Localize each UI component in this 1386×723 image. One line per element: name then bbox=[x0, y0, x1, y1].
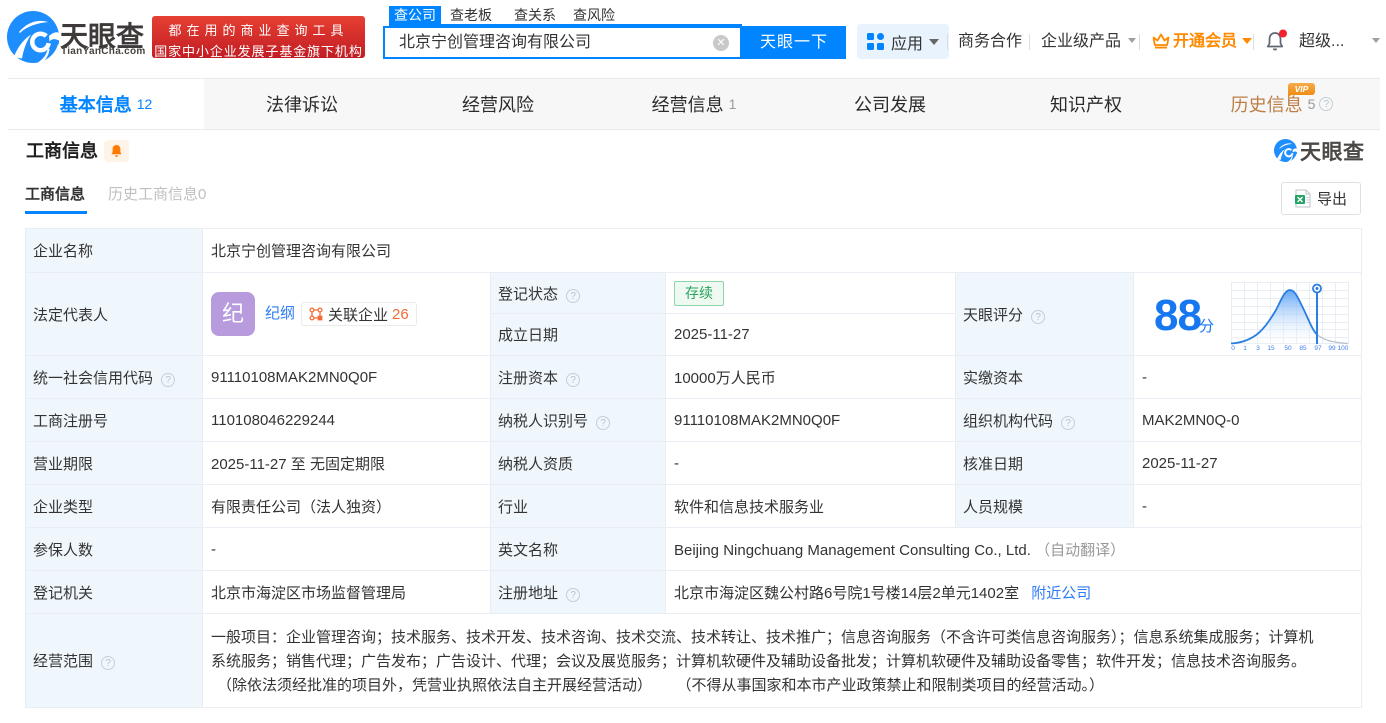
svg-text:99: 99 bbox=[1328, 345, 1336, 350]
svg-text:100: 100 bbox=[1338, 345, 1349, 350]
svg-text:97: 97 bbox=[1314, 345, 1322, 350]
svg-text:15: 15 bbox=[1267, 345, 1275, 350]
svg-text:3: 3 bbox=[1256, 345, 1260, 350]
svg-text:50: 50 bbox=[1284, 345, 1292, 350]
svg-text:0: 0 bbox=[1231, 345, 1235, 350]
svg-text:1: 1 bbox=[1243, 345, 1247, 350]
svg-text:85: 85 bbox=[1299, 345, 1307, 350]
